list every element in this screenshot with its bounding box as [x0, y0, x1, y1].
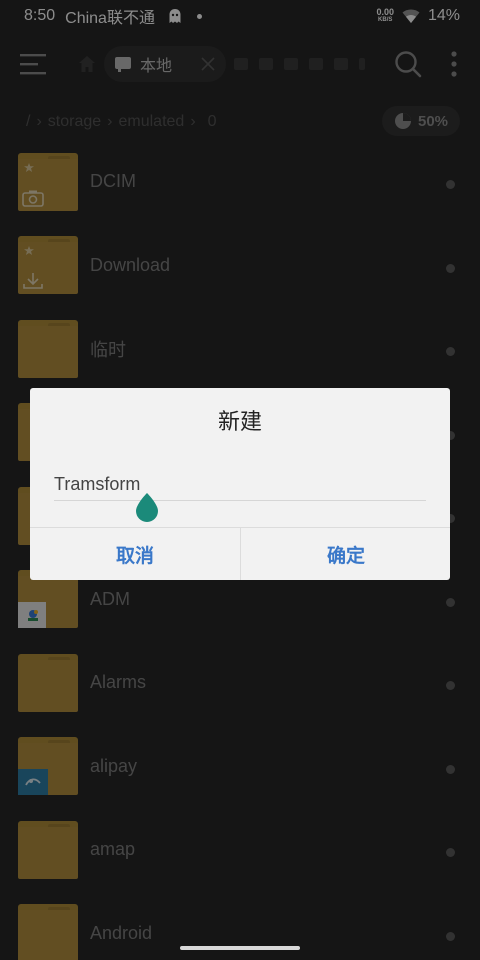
gesture-nav-handle[interactable]: [180, 946, 300, 950]
dialog-title: 新建: [217, 409, 262, 434]
input-underline: [54, 500, 426, 501]
new-folder-dialog: 新建 取消 确定: [30, 388, 450, 580]
confirm-button[interactable]: 确定: [241, 528, 451, 580]
text-cursor-handle-icon[interactable]: [134, 492, 160, 522]
screen: 8:50 China联不通 0.00 KB/S 14% 本地 / › stora…: [0, 0, 480, 960]
name-input[interactable]: [54, 470, 426, 498]
name-input-wrapper: [54, 470, 426, 502]
cancel-button[interactable]: 取消: [30, 528, 240, 580]
